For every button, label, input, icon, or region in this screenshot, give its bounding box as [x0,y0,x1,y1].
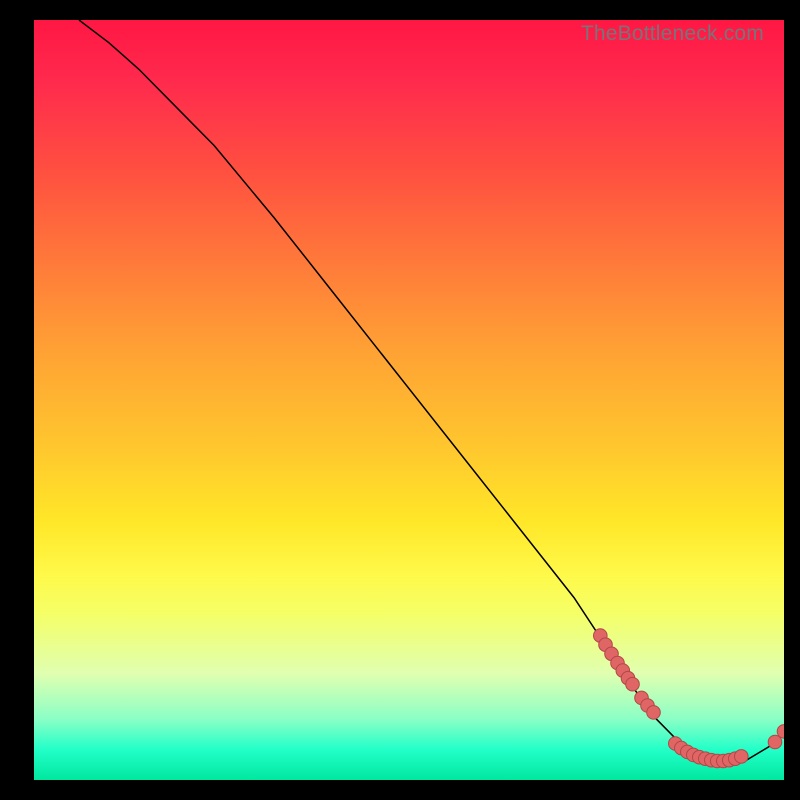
data-point [647,706,661,720]
chart-svg [34,20,784,780]
chart-area: TheBottleneck.com [34,20,784,780]
data-point [626,677,640,691]
data-point [735,750,749,764]
bottleneck-curve [79,20,784,763]
data-points [594,629,785,768]
